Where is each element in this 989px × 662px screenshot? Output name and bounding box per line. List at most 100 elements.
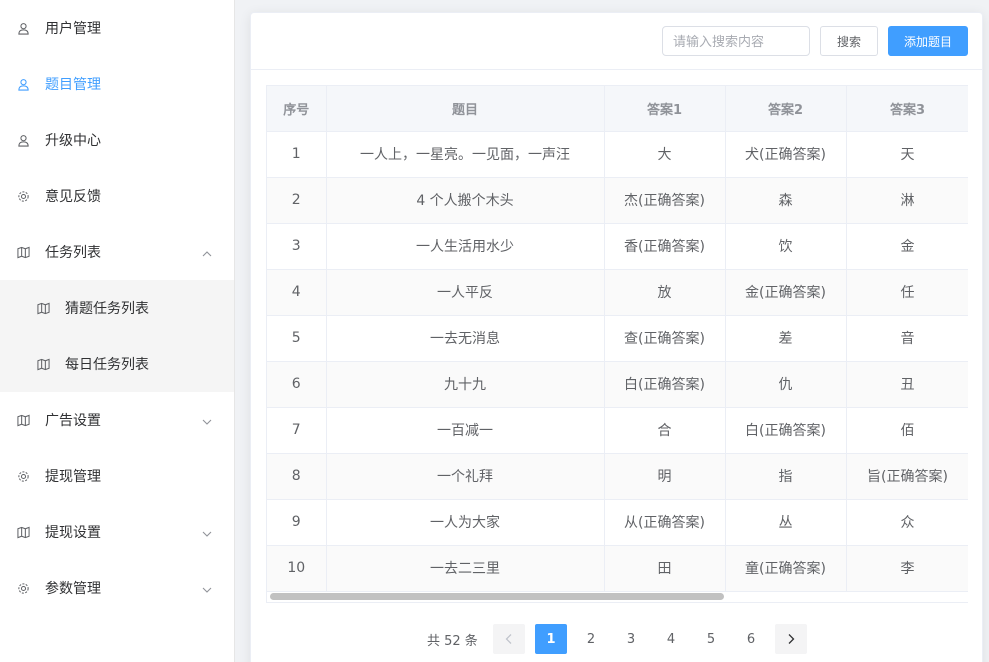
sidebar-item-user-management[interactable]: 用户管理 bbox=[0, 0, 234, 56]
page-button-2[interactable]: 2 bbox=[575, 624, 607, 654]
table-row[interactable]: 10 一去二三里田童(正确答案) 李 bbox=[267, 545, 968, 592]
map-icon bbox=[36, 357, 50, 371]
chevron-down-icon bbox=[202, 583, 212, 593]
table-cell: 田 bbox=[604, 545, 726, 592]
sidebar-item-task-list[interactable]: 任务列表 bbox=[0, 224, 234, 280]
table-cell: 任 bbox=[846, 269, 968, 316]
table-row[interactable]: 24 个人搬个木头 杰(正确答案) 森淋 bbox=[267, 177, 968, 224]
table-cell: 合 bbox=[604, 407, 726, 454]
sidebar-item-feedback[interactable]: 意见反馈 bbox=[0, 168, 234, 224]
table-cell: 查(正确答案) bbox=[604, 315, 726, 362]
table-cell: 犬(正确答案) bbox=[725, 131, 847, 178]
table-cell: 一百减一 bbox=[326, 407, 605, 454]
table-cell: 金(正确答案) bbox=[725, 269, 847, 316]
sidebar-item-ad-settings[interactable]: 广告设置 bbox=[0, 392, 234, 448]
sidebar-item-upgrade-center[interactable]: 升级中心 bbox=[0, 112, 234, 168]
column-header: 序号 bbox=[267, 86, 327, 132]
table-cell: 一人生活用水少 bbox=[326, 223, 605, 270]
chevron-left-icon bbox=[505, 634, 512, 644]
table-cell: 丑 bbox=[846, 361, 968, 408]
table-cell: 5 bbox=[267, 315, 327, 362]
table-cell: 一个礼拜 bbox=[326, 453, 605, 500]
table-cell: 杰(正确答案) bbox=[604, 177, 726, 224]
table-cell: 森 bbox=[725, 177, 847, 224]
table-cell: 一人上，一星亮。一见面，一声汪 bbox=[326, 131, 605, 178]
table-row[interactable]: 4 一人平反放金(正确答案) 任 bbox=[267, 269, 968, 316]
table-row[interactable]: 3 一人生活用水少 香(正确答案) 饮金 bbox=[267, 223, 968, 270]
user-icon bbox=[16, 21, 30, 35]
table-cell: 丛 bbox=[725, 499, 847, 546]
page-button-5[interactable]: 5 bbox=[695, 624, 727, 654]
table-cell: 金 bbox=[846, 223, 968, 270]
table-cell: 差 bbox=[725, 315, 847, 362]
add-question-button[interactable]: 添加题目 bbox=[888, 26, 968, 56]
sidebar-item-parameter-management[interactable]: 参数管理 bbox=[0, 560, 234, 616]
column-header: 题目 bbox=[326, 86, 605, 132]
sidebar-item-label: 每日任务列表 bbox=[65, 357, 149, 373]
sidebar-item-label: 升级中心 bbox=[45, 133, 101, 149]
sidebar-item-label: 猜题任务列表 bbox=[65, 301, 149, 317]
table-row[interactable]: 6 九十九 白(正确答案) 仇丑 bbox=[267, 361, 968, 408]
horizontal-scrollbar[interactable] bbox=[266, 589, 968, 603]
table-cell: 一去无消息 bbox=[326, 315, 605, 362]
column-header: 答案1 bbox=[604, 86, 726, 132]
sidebar: 用户管理 题目管理 升级中心 意见反馈 任务列表 猜题任务列表 每日任务列表 广… bbox=[0, 0, 235, 662]
table-cell: 6 bbox=[267, 361, 327, 408]
table-cell: 白(正确答案) bbox=[725, 407, 847, 454]
table-cell: 3 bbox=[267, 223, 327, 270]
table-cell: 众 bbox=[846, 499, 968, 546]
table-cell: 音 bbox=[846, 315, 968, 362]
table-cell: 7 bbox=[267, 407, 327, 454]
sidebar-item-withdraw-management[interactable]: 提现管理 bbox=[0, 448, 234, 504]
table-row[interactable]: 9 一人为大家 从(正确答案) 丛众 bbox=[267, 499, 968, 546]
pagination: 共 52 条 1 2 3 4 5 6 bbox=[251, 623, 982, 655]
table-row[interactable]: 5 一去无消息 查(正确答案) 差音 bbox=[267, 315, 968, 362]
table-cell: 2 bbox=[267, 177, 327, 224]
sidebar-item-withdraw-settings[interactable]: 提现设置 bbox=[0, 504, 234, 560]
table-cell: 淋 bbox=[846, 177, 968, 224]
table-cell: 1 bbox=[267, 131, 327, 178]
search-input[interactable] bbox=[662, 26, 810, 56]
page-button-6[interactable]: 6 bbox=[735, 624, 767, 654]
table-cell: 九十九 bbox=[326, 361, 605, 408]
chevron-up-icon bbox=[202, 247, 212, 257]
sidebar-item-label: 意见反馈 bbox=[45, 189, 101, 205]
table-row[interactable]: 1 一人上，一星亮。一见面，一声汪大犬(正确答案) 天 bbox=[267, 131, 968, 178]
sidebar-item-label: 提现设置 bbox=[45, 525, 101, 541]
table-cell: 旨(正确答案) bbox=[846, 453, 968, 500]
sidebar-item-label: 参数管理 bbox=[45, 581, 101, 597]
sidebar-item-question-management[interactable]: 题目管理 bbox=[0, 56, 234, 112]
table-row[interactable]: 7 一百减一合白(正确答案) 佰 bbox=[267, 407, 968, 454]
page-button-4[interactable]: 4 bbox=[655, 624, 687, 654]
table-cell: 明 bbox=[604, 453, 726, 500]
sidebar-item-label: 题目管理 bbox=[45, 77, 101, 93]
page-button-1[interactable]: 1 bbox=[535, 624, 567, 654]
sidebar-item-label: 广告设置 bbox=[45, 413, 101, 429]
sidebar-item-label: 提现管理 bbox=[45, 469, 101, 485]
table-cell: 仇 bbox=[725, 361, 847, 408]
table-cell: 8 bbox=[267, 453, 327, 500]
table-row[interactable]: 8 一个礼拜明指旨(正确答案) bbox=[267, 453, 968, 500]
table-cell: 大 bbox=[604, 131, 726, 178]
main-card: 搜索 添加题目 序号 题目 答案1 答案2 答案3 1一人上，一星亮。一见面，一… bbox=[250, 12, 983, 662]
chevron-right-icon bbox=[788, 634, 795, 644]
search-button[interactable]: 搜索 bbox=[820, 26, 878, 56]
next-page-button[interactable] bbox=[775, 624, 807, 654]
table-cell: 指 bbox=[725, 453, 847, 500]
table-cell: 白(正确答案) bbox=[604, 361, 726, 408]
page-button-3[interactable]: 3 bbox=[615, 624, 647, 654]
gear-icon bbox=[16, 189, 30, 203]
user-icon bbox=[16, 133, 30, 147]
table-cell: 一人平反 bbox=[326, 269, 605, 316]
pagination-total: 共 52 条 bbox=[427, 634, 478, 649]
gear-icon bbox=[16, 469, 30, 483]
sidebar-item-daily-task-list[interactable]: 每日任务列表 bbox=[0, 336, 234, 392]
chevron-down-icon bbox=[202, 527, 212, 537]
map-icon bbox=[16, 525, 30, 539]
question-table: 序号 题目 答案1 答案2 答案3 1 一人上，一星亮。一见面，一声汪大犬(正确答… bbox=[266, 85, 968, 603]
scrollbar-thumb[interactable] bbox=[270, 593, 724, 600]
column-header: 答案3 bbox=[846, 86, 968, 132]
table-cell: 李 bbox=[846, 545, 968, 592]
sidebar-item-guess-task-list[interactable]: 猜题任务列表 bbox=[0, 280, 234, 336]
prev-page-button[interactable] bbox=[493, 624, 525, 654]
